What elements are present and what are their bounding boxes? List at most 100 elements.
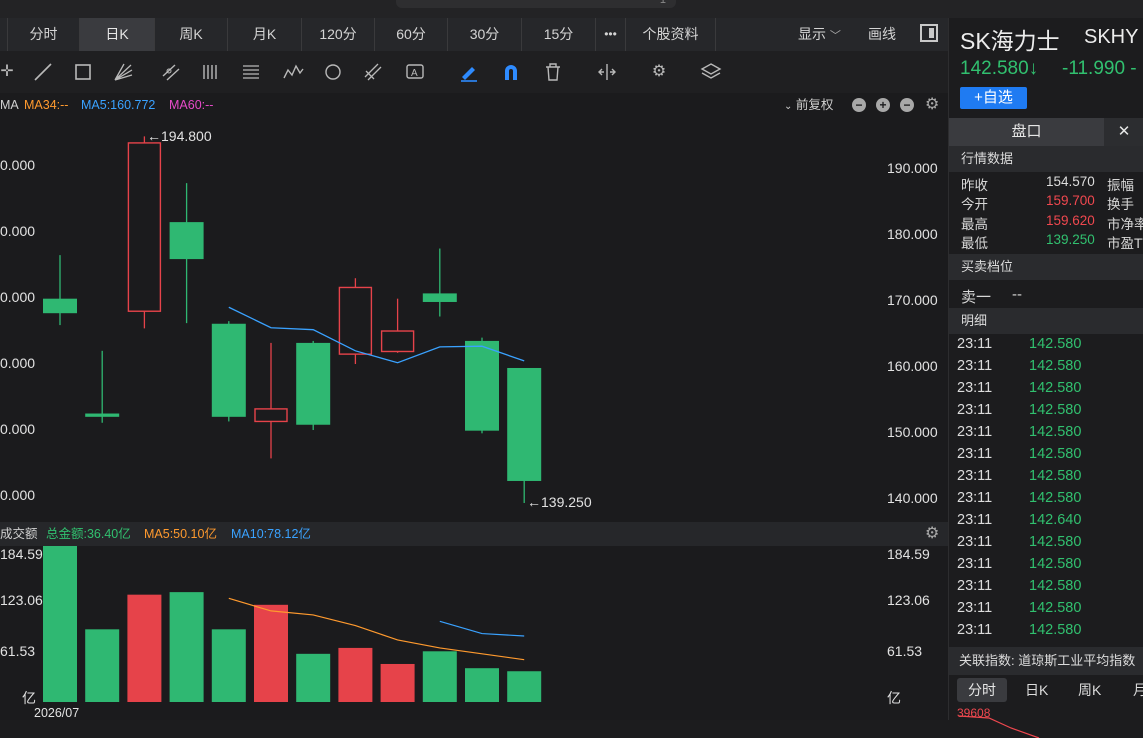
adjust-label: 前复权 <box>795 98 834 112</box>
trade-time: 23:11 <box>957 578 993 594</box>
add-watchlist-button[interactable]: +自选 <box>960 87 1027 109</box>
draw-line-button[interactable]: 画线 <box>868 18 896 51</box>
volume-title: 成交额 <box>0 527 38 541</box>
candle-body-up <box>127 142 162 312</box>
quote-label-high: 最高 <box>961 217 988 232</box>
label-icon[interactable]: A <box>404 61 426 83</box>
volume-axis-left-1: 123.06 <box>0 592 43 608</box>
tab-60min[interactable]: 60分 <box>375 18 448 51</box>
trade-time: 23:11 <box>957 512 993 528</box>
candle-body-up <box>338 286 373 355</box>
volume-legend: 成交额 总金额:36.40亿 MA5:50.10亿 MA10:78.12亿 ⚙ <box>0 522 948 546</box>
related-index[interactable]: 关联指数: 道琼斯工业平均指数 <box>949 647 1143 675</box>
volume-axis-right-unit: 亿 <box>887 690 901 706</box>
ask1-label: 卖一 <box>961 289 992 306</box>
volume-bar <box>254 604 288 702</box>
tab-15min[interactable]: 15分 <box>522 18 596 51</box>
trade-time: 23:11 <box>957 534 993 550</box>
fib-icon[interactable] <box>362 61 384 83</box>
price-axis-left-0: 0.000 <box>0 157 36 173</box>
text-list-icon[interactable] <box>240 61 262 83</box>
quote-value-high: 159.620 <box>1046 213 1095 228</box>
split-icon[interactable] <box>596 61 618 83</box>
price-axis-left-4: 0.000 <box>0 421 36 437</box>
chart-settings-icon[interactable]: ⚙ <box>925 93 939 117</box>
quote-label-turnover: 换手 <box>1107 197 1134 212</box>
volume-bar <box>422 651 457 702</box>
volume-bar <box>127 594 162 702</box>
price-axis-left-1: 0.000 <box>0 223 36 239</box>
trade-price: 142.580 <box>1029 622 1082 638</box>
bottom-tab-intraday[interactable]: 分时 <box>957 678 1007 702</box>
collapse-icon[interactable]: − <box>852 98 866 112</box>
bottom-tab-weekly[interactable]: 周K <box>1078 678 1101 702</box>
settings-icon[interactable]: ⚙ <box>648 61 670 83</box>
candle-body-down <box>85 413 120 417</box>
channel-icon[interactable] <box>160 61 182 83</box>
tab-30min[interactable]: 30分 <box>448 18 522 51</box>
wave-icon[interactable] <box>282 61 304 83</box>
window-handle[interactable]: 1 <box>396 0 676 8</box>
zoom-in-icon[interactable]: + <box>876 98 890 112</box>
tab-daily-k[interactable]: 日K <box>80 18 155 51</box>
quote-label-prev-close: 昨收 <box>961 178 988 193</box>
trade-price: 142.580 <box>1029 380 1082 396</box>
layers-icon[interactable] <box>700 61 722 83</box>
volume-chart[interactable]: 184.59 123.06 61.53 亿 184.59 123.06 61.5… <box>0 546 948 720</box>
tab-more[interactable]: ••• <box>596 18 626 51</box>
trade-detail-row: 23:11 142.580 <box>949 534 1143 556</box>
crosshair-icon[interactable]: ✛ <box>0 61 18 83</box>
related-index-label: 关联指数: <box>959 653 1015 668</box>
candlestick-chart[interactable]: 0.000 0.000 0.000 0.000 0.000 0.000 190.… <box>0 117 948 522</box>
close-icon[interactable]: ✕ <box>1104 118 1143 146</box>
tab-monthly-k[interactable]: 月K <box>228 18 302 51</box>
tab-120min[interactable]: 120分 <box>302 18 375 51</box>
price-axis-right-0: 190.000 <box>887 160 938 176</box>
related-index-name: 道琼斯工业平均指数 <box>1018 653 1136 668</box>
trash-icon[interactable] <box>542 61 564 83</box>
ma5-value: MA5:160.772 <box>81 98 156 112</box>
trade-price: 142.640 <box>1029 512 1082 528</box>
candle-body-down <box>507 367 542 481</box>
cycle-icon[interactable] <box>322 61 344 83</box>
bottom-tab-monthly[interactable]: 月 <box>1133 678 1143 702</box>
pen-icon[interactable] <box>458 61 480 83</box>
tab-orderbook[interactable]: 盘口 <box>949 118 1104 146</box>
trade-time: 23:11 <box>957 600 993 616</box>
trade-time: 23:11 <box>957 424 993 440</box>
index-mini-chart <box>958 715 1040 738</box>
bars-icon[interactable] <box>200 61 222 83</box>
last-price: 142.580↓ <box>960 58 1039 79</box>
price-axis-right-4: 150.000 <box>887 424 938 440</box>
tab-weekly-k[interactable]: 周K <box>155 18 228 51</box>
tab-stock-profile[interactable]: 个股资料 <box>626 18 716 51</box>
bottom-tab-daily[interactable]: 日K <box>1025 678 1048 702</box>
price-change: -11.990 - <box>1062 58 1137 79</box>
candle-body-up <box>254 408 288 423</box>
fan-icon[interactable] <box>112 61 134 83</box>
volume-bar <box>338 647 373 702</box>
quote-value-open: 159.700 <box>1046 193 1095 208</box>
magnet-icon[interactable] <box>500 61 522 83</box>
tab-intraday[interactable]: 分时 <box>8 18 80 51</box>
rect-icon[interactable] <box>72 61 94 83</box>
trade-price: 142.580 <box>1029 556 1082 572</box>
volume-axis-right-0: 184.59 <box>887 546 930 562</box>
display-dropdown[interactable]: 显示 ﹀ <box>798 18 841 51</box>
ma60-value: MA60:-- <box>169 98 214 112</box>
panel-toggle-icon[interactable] <box>920 24 938 42</box>
trade-price: 142.580 <box>1029 424 1082 440</box>
volume-axis-left-0: 184.59 <box>0 546 43 562</box>
volume-settings-icon[interactable]: ⚙ <box>925 522 939 546</box>
adjust-dropdown[interactable]: ⌄ 前复权 <box>784 93 833 119</box>
trade-price: 142.580 <box>1029 490 1082 506</box>
volume-bar <box>380 663 415 702</box>
trade-time: 23:11 <box>957 380 993 396</box>
trade-time: 23:11 <box>957 336 993 352</box>
trade-detail-row: 23:11 142.580 <box>949 556 1143 578</box>
stock-code: SKHY <box>1084 26 1139 48</box>
candle-body-down <box>422 293 457 302</box>
line-icon[interactable] <box>32 61 54 83</box>
zoom-out-icon[interactable]: − <box>900 98 914 112</box>
ma-legend: MA MA34:-- MA5:160.772 MA60:-- ⌄ 前复权 − +… <box>0 93 948 117</box>
